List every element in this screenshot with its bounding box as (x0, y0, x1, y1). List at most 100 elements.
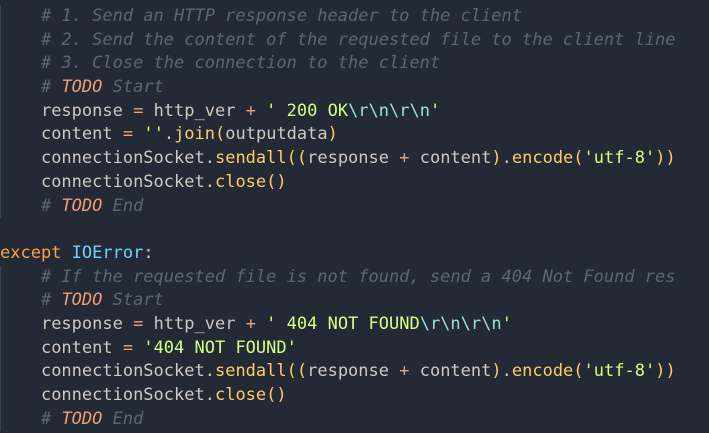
code-token: # 3. Close the connection to the client (40, 53, 441, 74)
code-token: outputdata (225, 124, 328, 145)
code-token: sendall (214, 361, 287, 382)
code-token: ' 404 NOT FOUND (255, 313, 420, 334)
code-token: . (204, 361, 215, 382)
indent-guide (0, 147, 1, 171)
code-token: + (245, 313, 256, 334)
code-line[interactable]: # 2. Send the content of the requested f… (0, 28, 709, 53)
code-line[interactable]: connectionSocket.sendall((response + con… (0, 147, 709, 171)
code-token: http_ver (143, 100, 246, 121)
indent-guide (0, 194, 1, 219)
code-token: '' (133, 124, 164, 145)
code-token: . (163, 124, 175, 145)
indent-guide (0, 99, 1, 124)
code-line[interactable]: connectionSocket.sendall((response + con… (0, 360, 709, 384)
code-token: \r\n\r\n (419, 313, 502, 334)
code-token: TODO (61, 408, 103, 429)
code-token: + (245, 100, 256, 121)
indent-guide (0, 360, 1, 384)
code-line[interactable]: connectionSocket.close() (0, 384, 709, 408)
code-token: ' (429, 100, 441, 121)
code-line[interactable] (0, 218, 709, 242)
code-token: 'utf-8' (583, 148, 656, 169)
code-token: . (501, 148, 512, 169)
code-line[interactable]: response = http_ver + ' 200 OK\r\n\r\n' (0, 99, 709, 124)
code-token: ( (573, 361, 584, 382)
code-line[interactable]: # TODO Start (0, 76, 709, 100)
code-line[interactable]: # If the requested file is not found, se… (0, 265, 709, 290)
code-token: response (307, 148, 400, 169)
code-token: . (204, 385, 215, 405)
code-token: connectionSocket (40, 171, 205, 192)
code-token: connectionSocket (40, 361, 205, 382)
code-token: (( (286, 361, 308, 382)
code-line[interactable]: # 3. Close the connection to the client (0, 52, 709, 77)
code-token: = (133, 100, 144, 121)
code-token: = (122, 337, 134, 358)
code-token: \r\n\r\n (348, 100, 430, 121)
code-line[interactable]: # TODO End (0, 194, 709, 219)
code-line[interactable]: content = '404 NOT FOUND' (0, 336, 709, 361)
code-token: Start (102, 77, 164, 98)
code-token: )) (655, 148, 676, 169)
indent-guide (0, 407, 1, 432)
code-line[interactable]: content = ''.join(outputdata) (0, 123, 709, 148)
indent-guide (0, 28, 1, 53)
indent-guide (0, 170, 1, 195)
code-token: # If the requested file is not found, se… (40, 266, 676, 287)
indent-guide (0, 289, 1, 313)
code-lines[interactable]: # 1. Send an HTTP response header to the… (0, 5, 709, 432)
code-token: ( (573, 148, 584, 169)
code-token: # (40, 290, 62, 311)
code-token: # (40, 77, 62, 98)
code-token: sendall (214, 148, 287, 169)
code-editor[interactable]: # 1. Send an HTTP response header to the… (0, 0, 709, 433)
code-token: # (40, 408, 62, 429)
code-token: response (40, 100, 134, 121)
code-token: ) (327, 124, 338, 145)
code-token: '404 NOT FOUND' (133, 337, 297, 358)
indent-guide (0, 76, 1, 100)
code-token: ( (215, 124, 226, 145)
code-token: = (133, 313, 144, 334)
code-token: + (399, 361, 410, 382)
indent-guide (0, 5, 1, 29)
code-token: TODO (61, 290, 103, 311)
code-token: . (204, 171, 215, 192)
code-token: content (40, 124, 123, 145)
code-token: encode (511, 361, 574, 382)
code-token: content (40, 337, 123, 358)
code-line[interactable]: connectionSocket.close() (0, 170, 709, 195)
indent-guide (0, 312, 1, 337)
code-token: ' 200 OK (255, 100, 349, 121)
indent-guide (0, 123, 1, 148)
indent-guide (0, 265, 1, 290)
code-token: ) (491, 361, 502, 382)
code-token: content (409, 148, 492, 169)
code-token: content (409, 361, 492, 382)
indent-guide (0, 336, 1, 361)
code-line[interactable]: response = http_ver + ' 404 NOT FOUND\r\… (0, 312, 709, 337)
code-line[interactable]: # TODO End (0, 407, 709, 432)
code-line[interactable]: except IOError: (0, 242, 709, 266)
indent-guide (0, 384, 1, 408)
code-line[interactable]: # TODO Start (0, 289, 709, 313)
code-token: encode (511, 148, 574, 169)
code-token: ' (501, 313, 512, 334)
code-token: close (214, 385, 267, 405)
code-token: IOError (71, 242, 144, 263)
code-line[interactable]: # 1. Send an HTTP response header to the… (0, 5, 709, 29)
code-token: http_ver (143, 313, 246, 334)
code-token: End (102, 408, 144, 429)
code-token: # (40, 195, 62, 216)
code-token: + (399, 148, 410, 169)
code-token: )) (655, 361, 676, 382)
